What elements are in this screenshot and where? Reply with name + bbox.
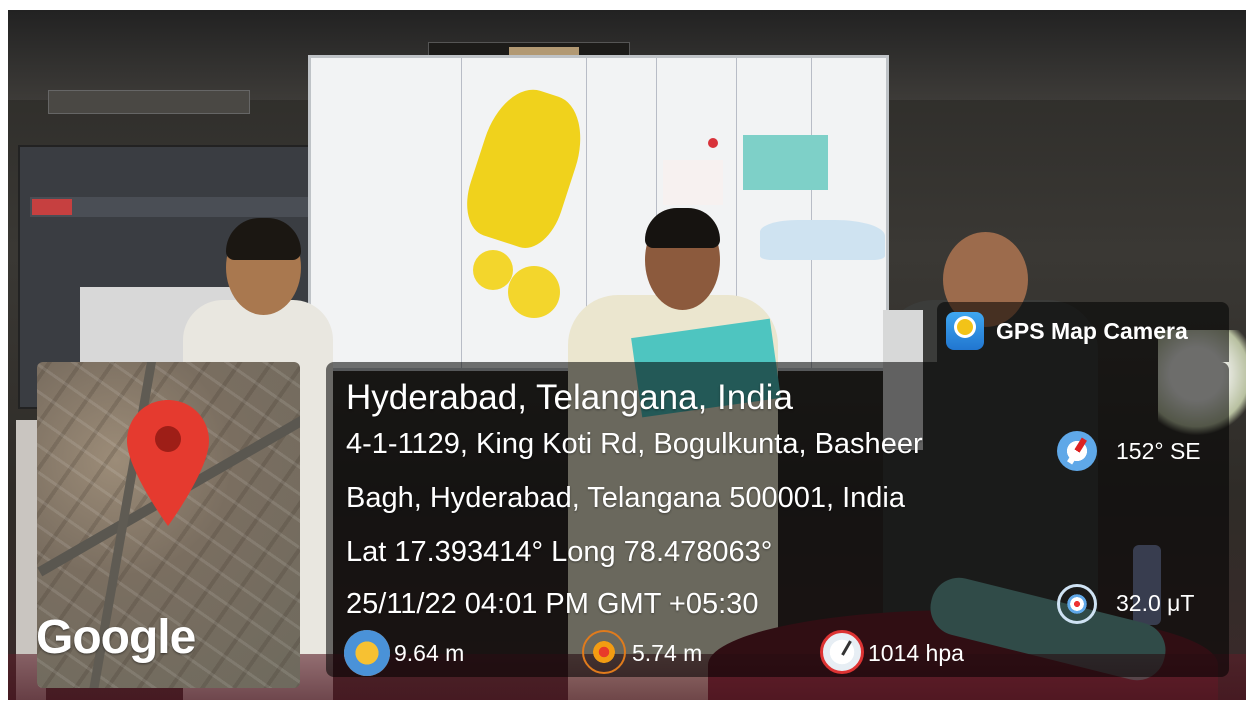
accuracy-reading: 5.74 m [632,640,703,666]
ceiling-vent [48,90,250,114]
blue-car-drawing [760,220,885,260]
red-dot [708,138,718,148]
accuracy-target-icon [582,630,626,674]
magnetic-field-icon [1057,584,1097,624]
pressure-gauge-icon [820,630,864,674]
magnetic-field-reading: 32.0 μT [1116,590,1195,616]
map-pin-icon [127,400,209,526]
compass-reading: 152° SE [1116,438,1201,464]
lat-long: Lat 17.393414° Long 78.478063° [346,536,773,568]
address-line-2: Bagh, Hyderabad, Telangana 500001, India [346,482,905,514]
compass-icon [1057,431,1097,471]
pressure-reading: 1014 hpa [868,640,964,666]
date-time: 25/11/22 04:01 PM GMT +05:30 [346,588,759,620]
google-map-logo: Google [36,611,196,664]
yellow-circle-cutout [473,250,513,290]
red-car-drawing [663,160,723,205]
address-line-1: 4-1-1129, King Koti Rd, Bogulkunta, Bash… [346,428,923,460]
app-title: GPS Map Camera [996,318,1188,344]
green-paper-cutout [743,135,828,190]
altitude-reading: 9.64 m [394,640,465,666]
gps-map-camera-app-icon [946,312,984,350]
yellow-circle-cutout [508,266,560,318]
altitude-icon [344,630,390,676]
city-line: Hyderabad, Telangana, India [346,378,793,417]
